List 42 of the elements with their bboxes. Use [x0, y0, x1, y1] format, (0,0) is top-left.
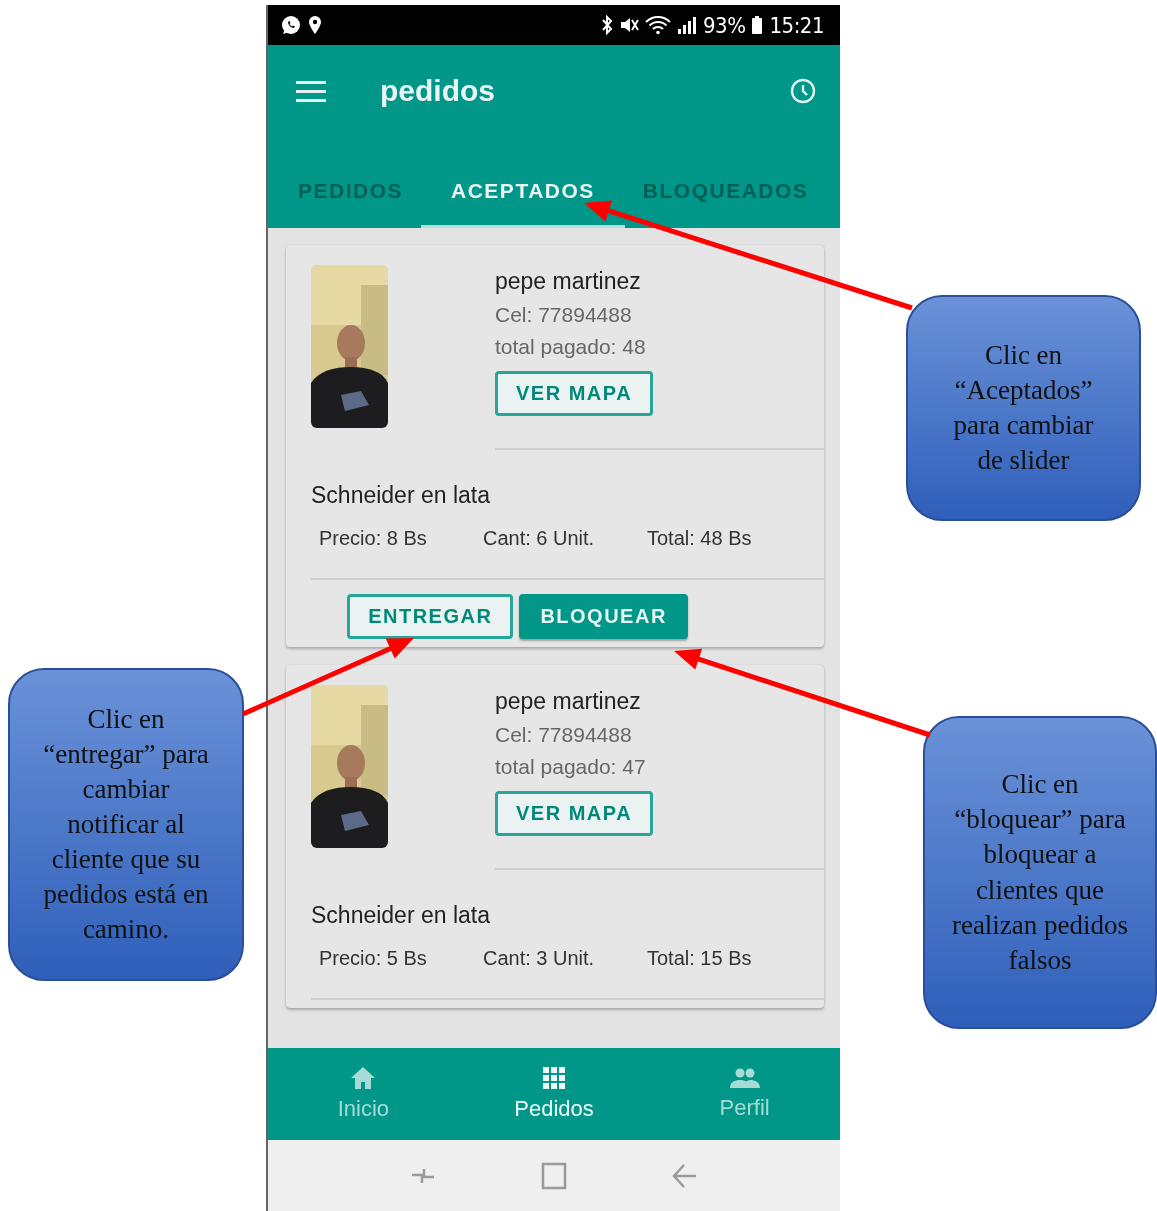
- quantity-text: Cant: 3 Unit.: [483, 947, 596, 970]
- apps-grid-icon: [542, 1066, 566, 1090]
- product-name: Schneider en lata: [311, 482, 491, 509]
- customer-name: pepe martinez: [495, 268, 641, 295]
- annotation-callout: Clic en “Aceptados” para cambiar de slider: [906, 295, 1141, 521]
- quantity-text: Cant: 6 Unit.: [483, 527, 596, 550]
- map-button[interactable]: VER MAPA: [495, 371, 654, 416]
- nav-item[interactable]: Pedidos: [458, 1048, 650, 1140]
- signal-icon: [676, 15, 697, 35]
- nav-item[interactable]: Perfil: [649, 1048, 840, 1140]
- total-paid: total pagado: 48: [495, 335, 646, 359]
- muted-speaker-icon: [618, 15, 639, 35]
- battery-percent: 93%: [702, 12, 746, 38]
- deliver-button[interactable]: ENTREGAR: [347, 594, 514, 639]
- history-button[interactable]: [790, 78, 816, 104]
- app-title: pedidos: [380, 74, 495, 108]
- chat-icon: [280, 14, 302, 36]
- total-text: Total: 48 Bs: [647, 527, 753, 550]
- wifi-icon: [644, 15, 671, 35]
- people-icon: [729, 1067, 760, 1089]
- total-text: Total: 15 Bs: [647, 947, 753, 970]
- product-name: Schneider en lata: [311, 902, 491, 929]
- menu-icon: [296, 79, 328, 103]
- price-text: Precio: 5 Bs: [319, 947, 428, 970]
- map-button[interactable]: VER MAPA: [495, 791, 654, 836]
- home-square-icon[interactable]: [539, 1160, 569, 1191]
- customer-phone: Cel: 77894488: [495, 723, 632, 747]
- nav-item[interactable]: Inicio: [268, 1048, 459, 1140]
- bluetooth-icon: [600, 15, 613, 35]
- customer-name: pepe martinez: [495, 688, 641, 715]
- total-paid: total pagado: 47: [495, 755, 646, 779]
- menu-button[interactable]: [296, 79, 328, 103]
- clock-icon: [790, 78, 816, 104]
- annotation-callout: Clic en “entregar” para cambiar notificar al cliente que su pedidos está en camino.: [8, 668, 244, 981]
- battery-icon: [751, 15, 764, 35]
- clock-time: 15:21: [769, 12, 824, 38]
- block-button[interactable]: BLOQUEAR: [519, 594, 688, 639]
- annotation-callout: Clic en “bloquear” para bloquear a clientes que realizan pedidos falsos: [923, 716, 1157, 1029]
- location-pin-icon: [308, 15, 322, 35]
- price-text: Precio: 8 Bs: [319, 527, 428, 550]
- customer-phone: Cel: 77894488: [495, 303, 632, 327]
- home-icon: [350, 1066, 377, 1090]
